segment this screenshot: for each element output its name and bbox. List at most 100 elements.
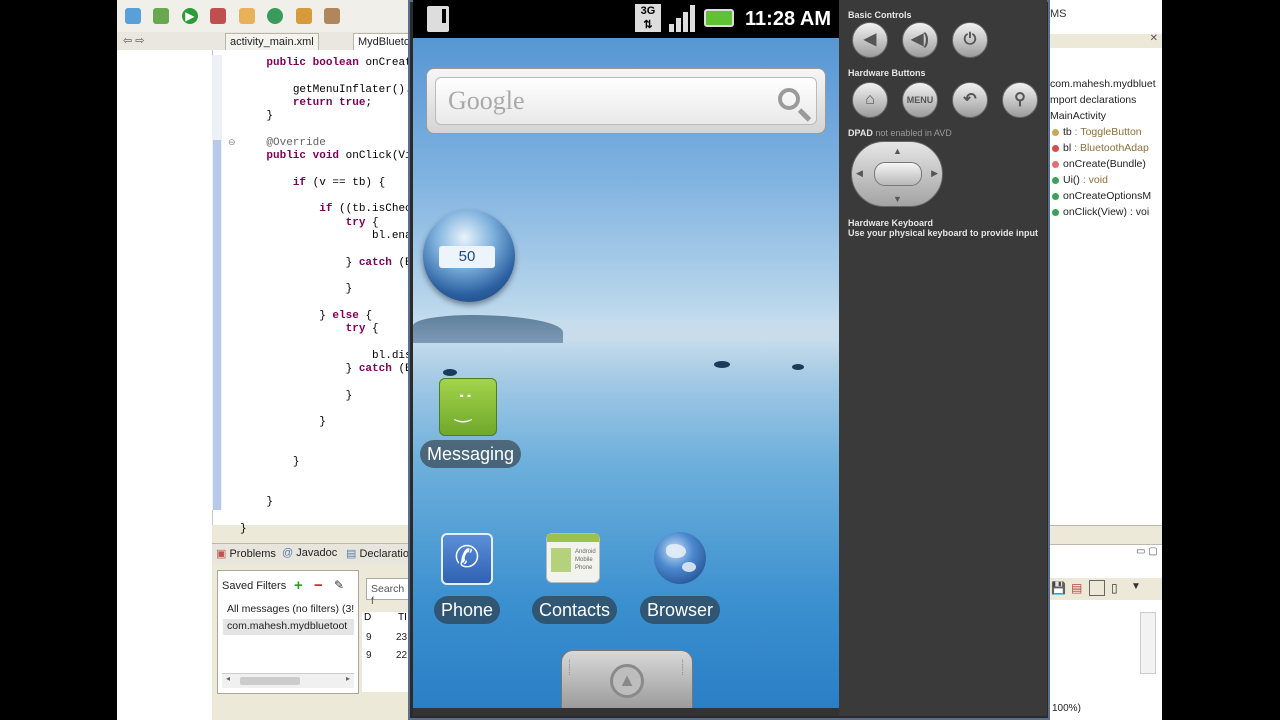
outline-item[interactable]: onCreate(Bundle) [1052,158,1146,170]
hardware-buttons-title: Hardware Buttons [848,68,926,78]
code-line: } [240,522,247,535]
back-icon[interactable]: ↶ [952,82,988,118]
dpad[interactable]: ▲ ▼ ◀ ▶ [851,141,943,207]
tab-declaration[interactable]: ▤ Declaratio [346,547,409,560]
tab-main-activity[interactable]: MydBlueto [353,33,415,51]
logcat-search-input[interactable]: Search f [366,578,410,607]
emulator-controls: Basic Controls ◀ ◀) ⏻ Hardware Buttons ⌂… [839,0,1047,716]
debug-icon[interactable] [153,8,170,24]
volume-down-icon[interactable]: ◀ [852,22,888,58]
contacts-label[interactable]: Contacts [532,596,618,624]
tab-javadoc[interactable]: @ Javadoc [282,547,337,559]
tab-activity-main-xml[interactable]: activity_main.xml [225,33,319,51]
browser-label[interactable]: Browser [640,596,721,624]
outline-item[interactable]: tb : ToggleButton [1052,126,1142,138]
filter-all-messages[interactable]: All messages (no filters) (3! [227,603,354,615]
letterbox-right [1162,0,1280,720]
outline-header: ✕ [1050,33,1162,48]
device-view-toolbar: 💾 ▤ ▯ ▼ [1047,578,1162,600]
outline-item[interactable]: bl : BluetoothAdap [1052,142,1149,154]
add-filter-icon[interactable]: + [294,577,303,594]
app-drawer-arrow-icon[interactable]: ▲ [610,664,644,698]
log-row-level: 9 [366,650,372,661]
close-view-icon[interactable]: ✕ [1150,33,1158,44]
fold-icon[interactable]: ⊖ [228,137,236,148]
view-menu-icon[interactable]: ▼ [1131,581,1141,592]
dpad-up-icon[interactable]: ▲ [893,146,902,156]
new-package-icon[interactable] [238,8,255,24]
browser-icon[interactable] [654,532,706,584]
code-line: } else { [319,309,373,322]
code-line: } [345,283,353,296]
basic-controls-title: Basic Controls [848,10,912,20]
phone-icon[interactable]: ✆ [441,533,493,585]
google-search-box[interactable]: Google [435,77,817,125]
scroll-lock-icon[interactable]: ▯ [1111,581,1118,595]
phone-label[interactable]: Phone [434,596,501,624]
editor-change-ruler [213,140,221,510]
open-type-icon[interactable] [295,8,312,24]
run-config-icon[interactable] [125,8,141,24]
messaging-icon[interactable]: ˙˙ ‿ [439,378,497,436]
minimize-view-icon[interactable]: ▭ ▢ [1136,546,1158,557]
letterbox-left [0,0,117,720]
clear-log-icon[interactable]: ▤ [1071,581,1082,595]
search-icon[interactable] [778,88,800,110]
toggle-view-icon[interactable] [1089,580,1105,596]
code-line: return true; [292,96,373,109]
perspective-label: MS [1050,8,1067,20]
nav-arrows-icon[interactable]: ⇦ ⇨ [119,33,149,49]
search-button-icon[interactable]: ⚲ [1002,82,1038,118]
outline-item[interactable]: MainActivity [1050,110,1106,122]
new-class-icon[interactable] [267,8,284,24]
home-icon[interactable]: ⌂ [852,82,888,118]
power-control-widget[interactable]: 50 [423,210,515,302]
saved-filters-box: Saved Filters + − ✎ All messages (no fil… [217,570,359,694]
outline-item[interactable]: onClick(View) : voi [1052,206,1149,218]
code-line: public void onClick(Vie [266,150,419,163]
outline-item[interactable]: com.mahesh.mydbluet [1050,78,1156,90]
outline-item[interactable]: Ui() : void [1052,174,1108,186]
tab-problems[interactable]: ▣ Problems [216,547,276,560]
log-scrollbar[interactable] [1140,612,1156,674]
log-table: D TI 9 23 9 22 [362,612,410,692]
contacts-icon[interactable]: Android Mobile Phone [546,533,600,583]
dpad-center[interactable] [874,162,922,186]
dpad-left-icon[interactable]: ◀ [856,168,863,179]
code-line: public boolean onCreate [266,57,419,69]
edit-filter-icon[interactable]: ✎ [334,578,344,592]
remove-filter-icon[interactable]: − [314,577,323,594]
emulator-bottom-edge [413,708,839,716]
log-row-time: 23 [396,632,408,643]
code-line: try { [345,216,379,229]
status-time: 11:28 AM [745,8,831,30]
save-log-icon[interactable]: 💾 [1051,581,1066,595]
search-tool-icon[interactable] [324,8,341,24]
code-line: } [266,110,274,123]
messaging-label[interactable]: Messaging [420,440,522,468]
problems-icon: ▣ [216,548,230,560]
filter-app[interactable]: com.mahesh.mydbluetoot [227,620,347,632]
dpad-down-icon[interactable]: ▼ [893,194,902,204]
run-icon[interactable]: ▶ [181,8,198,24]
ide-toolbar: ▶ [117,0,417,33]
menu-button[interactable]: MENU [902,82,938,118]
outline-item[interactable]: mport declarations [1050,94,1136,106]
wallpaper-rock [443,369,457,376]
external-tools-icon[interactable] [210,8,227,24]
volume-up-icon[interactable]: ◀) [902,22,938,58]
google-search-widget[interactable]: Google [426,68,826,134]
power-icon[interactable]: ⏻ [952,22,988,58]
zoom-status: 100%) [1052,703,1081,714]
app-drawer-handle[interactable]: ⁞ ⁞ ▲ ⁞ ⁞ [561,650,693,710]
filters-scrollbar[interactable]: ◂ ▸ [222,673,354,688]
code-line: } [266,495,274,508]
3g-icon: 3G ⇅ [635,4,661,32]
drawer-grip-icon: ⁞ ⁞ [681,659,684,678]
log-row-level: 9 [366,632,372,643]
member-icon [1052,192,1059,200]
code-line: @Override [266,136,326,149]
code-line: try { [345,323,379,335]
outline-item[interactable]: onCreateOptionsM [1052,190,1151,202]
dpad-right-icon[interactable]: ▶ [931,168,938,179]
